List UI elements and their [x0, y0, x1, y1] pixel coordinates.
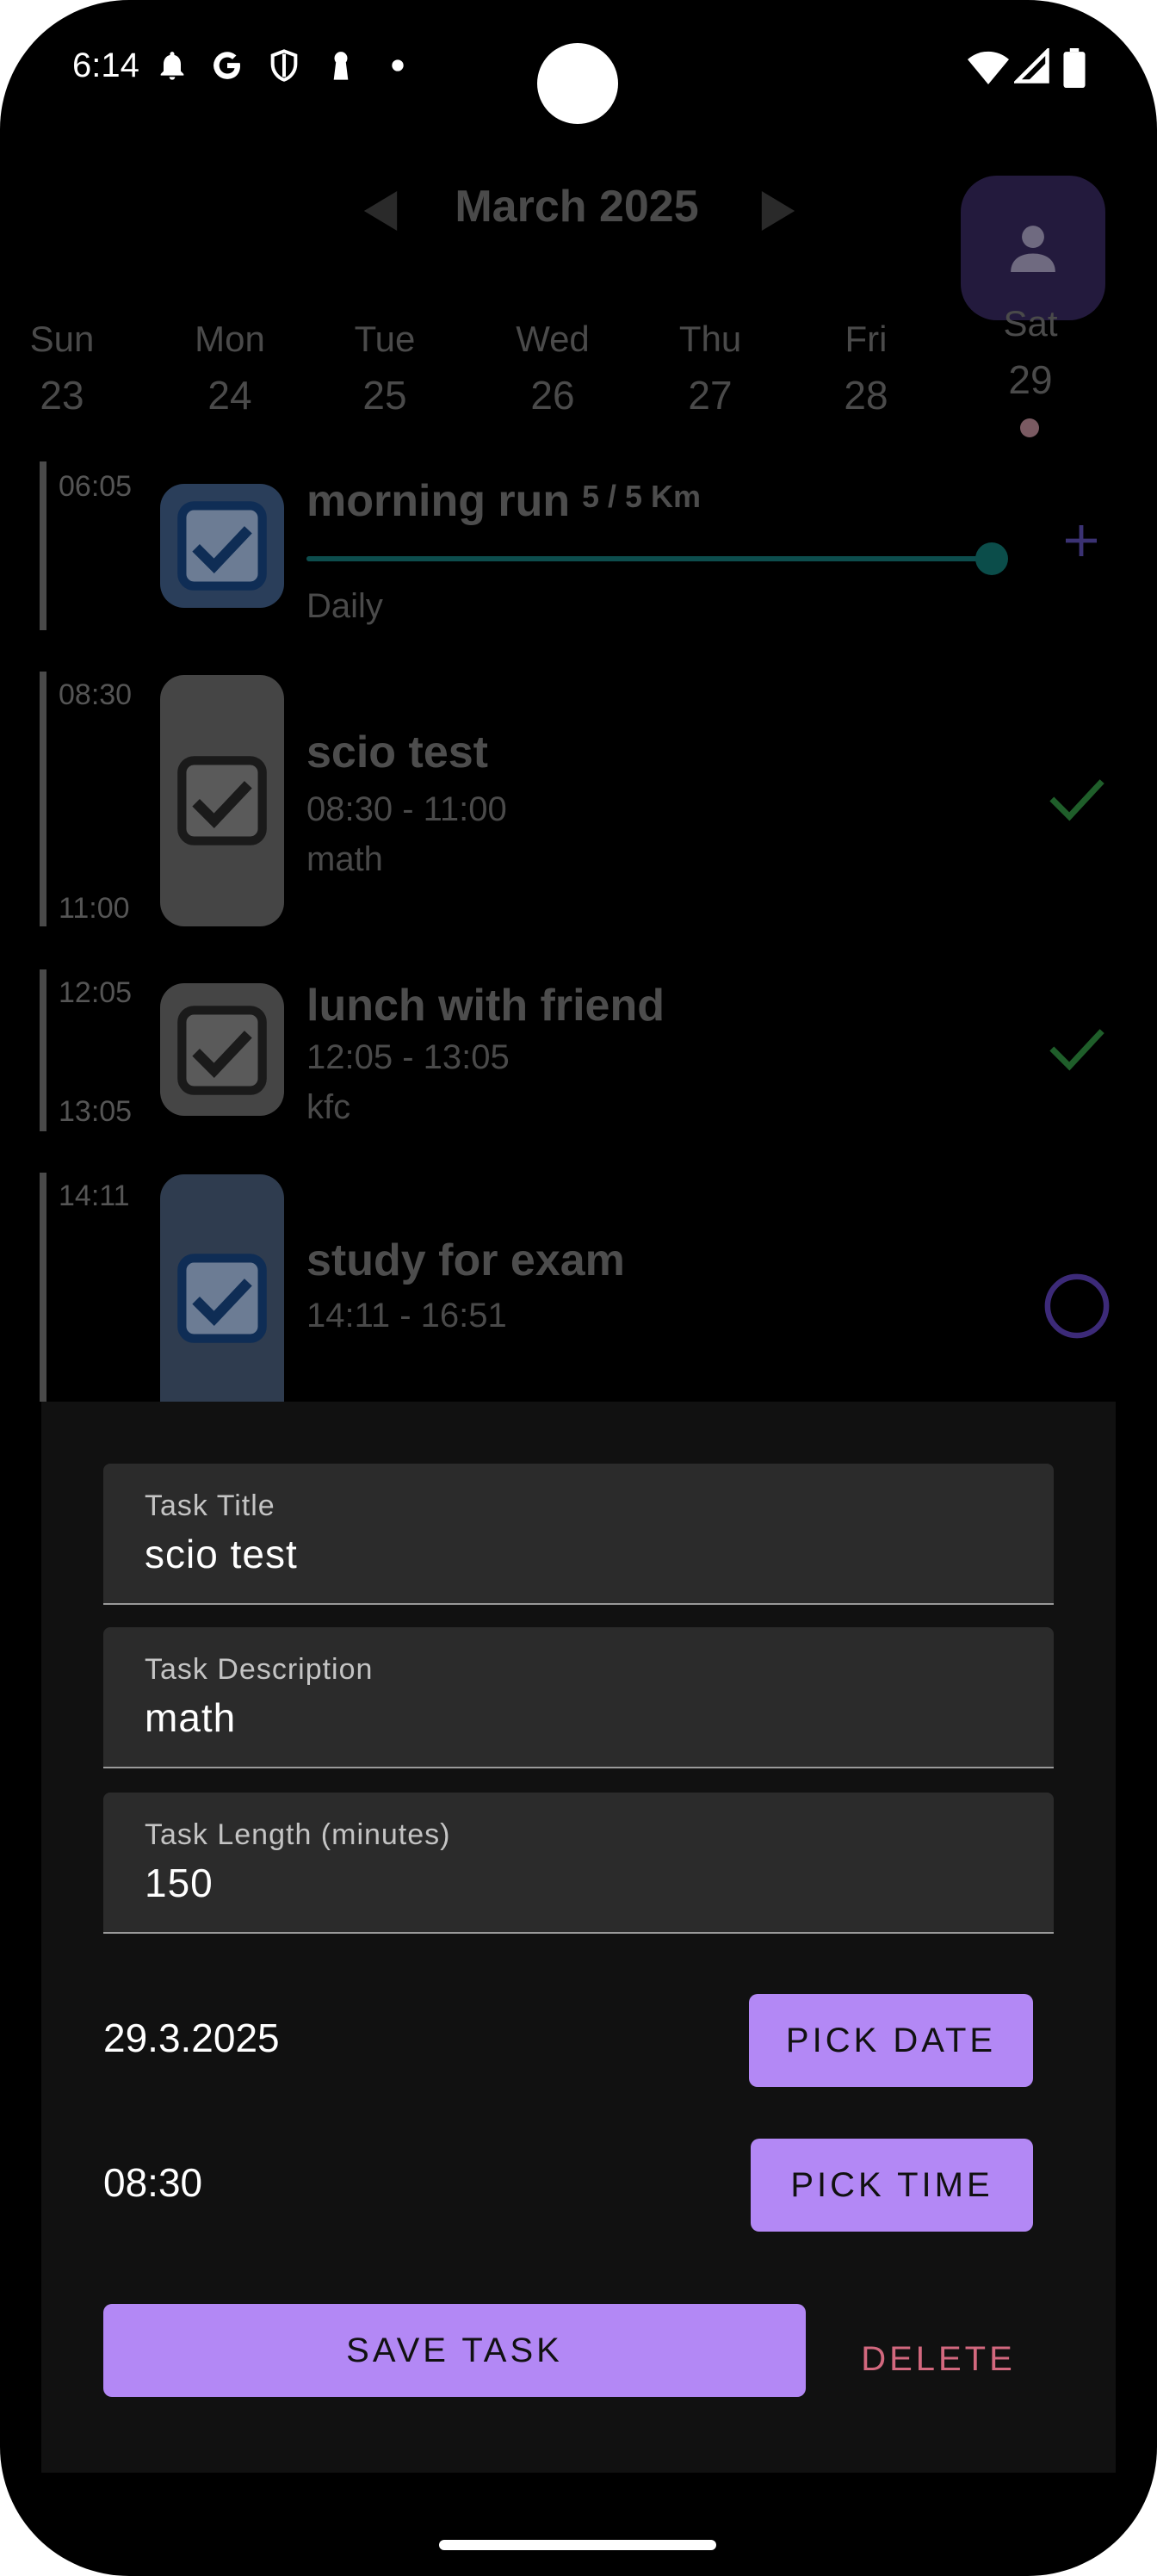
day-number: 27 [688, 373, 733, 418]
day-number: 28 [844, 373, 888, 418]
task-time-range: 12:05 - 13:05 [306, 1038, 510, 1076]
task-item[interactable]: 08:30 11:00 scio test 08:30 - 11:00 math [40, 672, 1124, 926]
camera-cutout [537, 43, 618, 124]
month-title: March 2025 [455, 182, 699, 232]
save-task-button[interactable]: SAVE TASK [103, 2304, 806, 2397]
shield-icon [270, 49, 298, 82]
keyhole-icon [333, 52, 349, 80]
task-start-time: 08:30 [59, 678, 133, 711]
selected-day-dot [1020, 418, 1039, 437]
pick-time-button[interactable]: PICK TIME [751, 2139, 1033, 2232]
field-value[interactable]: scio test [145, 1531, 298, 1577]
task-length-field[interactable]: Task Length (minutes) 150 [103, 1793, 1054, 1934]
task-checkbox[interactable] [160, 675, 284, 926]
task-item[interactable]: 12:05 13:05 lunch with friend 12:05 - 13… [40, 969, 1124, 1131]
day-name: Wed [516, 319, 590, 359]
status-time: 6:14 [72, 46, 139, 84]
task-end-time: 11:00 [59, 892, 130, 925]
signal-icon [1014, 48, 1049, 84]
home-indicator[interactable] [439, 2540, 716, 2550]
task-checkbox[interactable] [160, 983, 284, 1116]
field-value[interactable]: 150 [145, 1860, 213, 1906]
task-title: study for exam [306, 1235, 625, 1285]
dot-icon [392, 59, 404, 71]
task-item[interactable]: 06:05 morning run 5 / 5 Km Daily [40, 461, 1124, 630]
person-icon [1011, 226, 1055, 272]
field-label: Task Title [145, 1489, 275, 1522]
day-name: Sat [1003, 303, 1058, 344]
task-progress-fill [306, 556, 992, 561]
task-title-field[interactable]: Task Title scio test [103, 1464, 1054, 1605]
day-fri[interactable]: Fri 28 [806, 319, 926, 418]
pick-date-button[interactable]: PICK DATE [749, 1994, 1033, 2087]
task-progress-track [306, 556, 992, 561]
checkbox-checked-icon [177, 1006, 267, 1095]
day-name: Thu [678, 319, 742, 359]
selected-time: 08:30 [103, 2160, 203, 2205]
notification-bell-icon [160, 52, 184, 80]
day-number: 25 [362, 373, 407, 418]
wifi-icon [968, 51, 1009, 84]
plus-icon[interactable] [1064, 523, 1098, 558]
checkbox-checked-icon [177, 1254, 267, 1343]
day-name: Fri [845, 319, 888, 359]
task-time-range: 08:30 - 11:00 [306, 790, 507, 828]
field-value[interactable]: math [145, 1694, 236, 1741]
google-icon [213, 52, 240, 79]
timeline-rail [40, 461, 46, 630]
day-number: 23 [40, 373, 84, 418]
profile-button[interactable] [961, 176, 1105, 320]
day-name: Mon [195, 319, 265, 359]
timeline-rail [40, 672, 46, 926]
day-wed[interactable]: Wed 26 [492, 319, 613, 418]
task-start-time: 06:05 [59, 470, 133, 503]
phone-screen: 6:14 March 2025 Sun 23 Mon 24 Tue 25 Wed… [0, 0, 1157, 2576]
task-description: kfc [306, 1088, 351, 1126]
task-title: morning run [306, 476, 571, 526]
selected-date: 29.3.2025 [103, 2016, 280, 2060]
task-title: lunch with friend [306, 981, 665, 1031]
day-number: 24 [207, 373, 252, 418]
day-number: 26 [530, 373, 575, 418]
task-start-time: 14:11 [59, 1180, 130, 1212]
day-mon[interactable]: Mon 24 [170, 319, 290, 418]
day-sat-selected[interactable]: Sat 29 [970, 303, 1091, 403]
task-title: scio test [306, 728, 488, 777]
field-label: Task Length (minutes) [145, 1818, 451, 1851]
task-description: math [306, 840, 383, 878]
task-end-time: 13:05 [59, 1095, 133, 1128]
delete-button[interactable]: DELETE [826, 2313, 1050, 2406]
task-item[interactable]: 14:11 study for exam 14:11 - 16:51 [40, 1173, 1124, 1402]
day-tue[interactable]: Tue 25 [325, 319, 445, 418]
week-strip: Sun 23 Mon 24 Tue 25 Wed 26 Thu 27 Fri 2… [0, 303, 1157, 456]
day-name: Tue [354, 319, 416, 359]
day-thu[interactable]: Thu 27 [650, 319, 770, 418]
task-repeat: Daily [306, 587, 383, 625]
field-label: Task Description [145, 1653, 374, 1686]
day-number: 29 [1008, 357, 1053, 402]
check-icon[interactable] [1047, 1023, 1107, 1074]
task-start-time: 12:05 [59, 976, 133, 1009]
timeline-rail [40, 969, 46, 1131]
checkbox-checked-icon [177, 756, 267, 845]
task-progress-knob[interactable] [975, 542, 1008, 575]
task-checkbox[interactable] [160, 1174, 284, 1402]
task-progress-label: 5 / 5 Km [582, 479, 702, 514]
day-name: Sun [29, 319, 95, 359]
checkbox-checked-icon [177, 501, 267, 591]
task-checkbox[interactable] [160, 484, 284, 608]
timeline-rail [40, 1173, 46, 1402]
day-sun[interactable]: Sun 23 [2, 319, 122, 418]
check-icon[interactable] [1047, 773, 1107, 825]
status-bar: 6:14 [0, 0, 1157, 138]
battery-icon [1063, 48, 1086, 88]
circle-icon[interactable] [1043, 1273, 1111, 1340]
next-month-arrow-icon[interactable] [761, 191, 795, 231]
task-description-field[interactable]: Task Description math [103, 1627, 1054, 1768]
task-time-range: 14:11 - 16:51 [306, 1297, 507, 1334]
